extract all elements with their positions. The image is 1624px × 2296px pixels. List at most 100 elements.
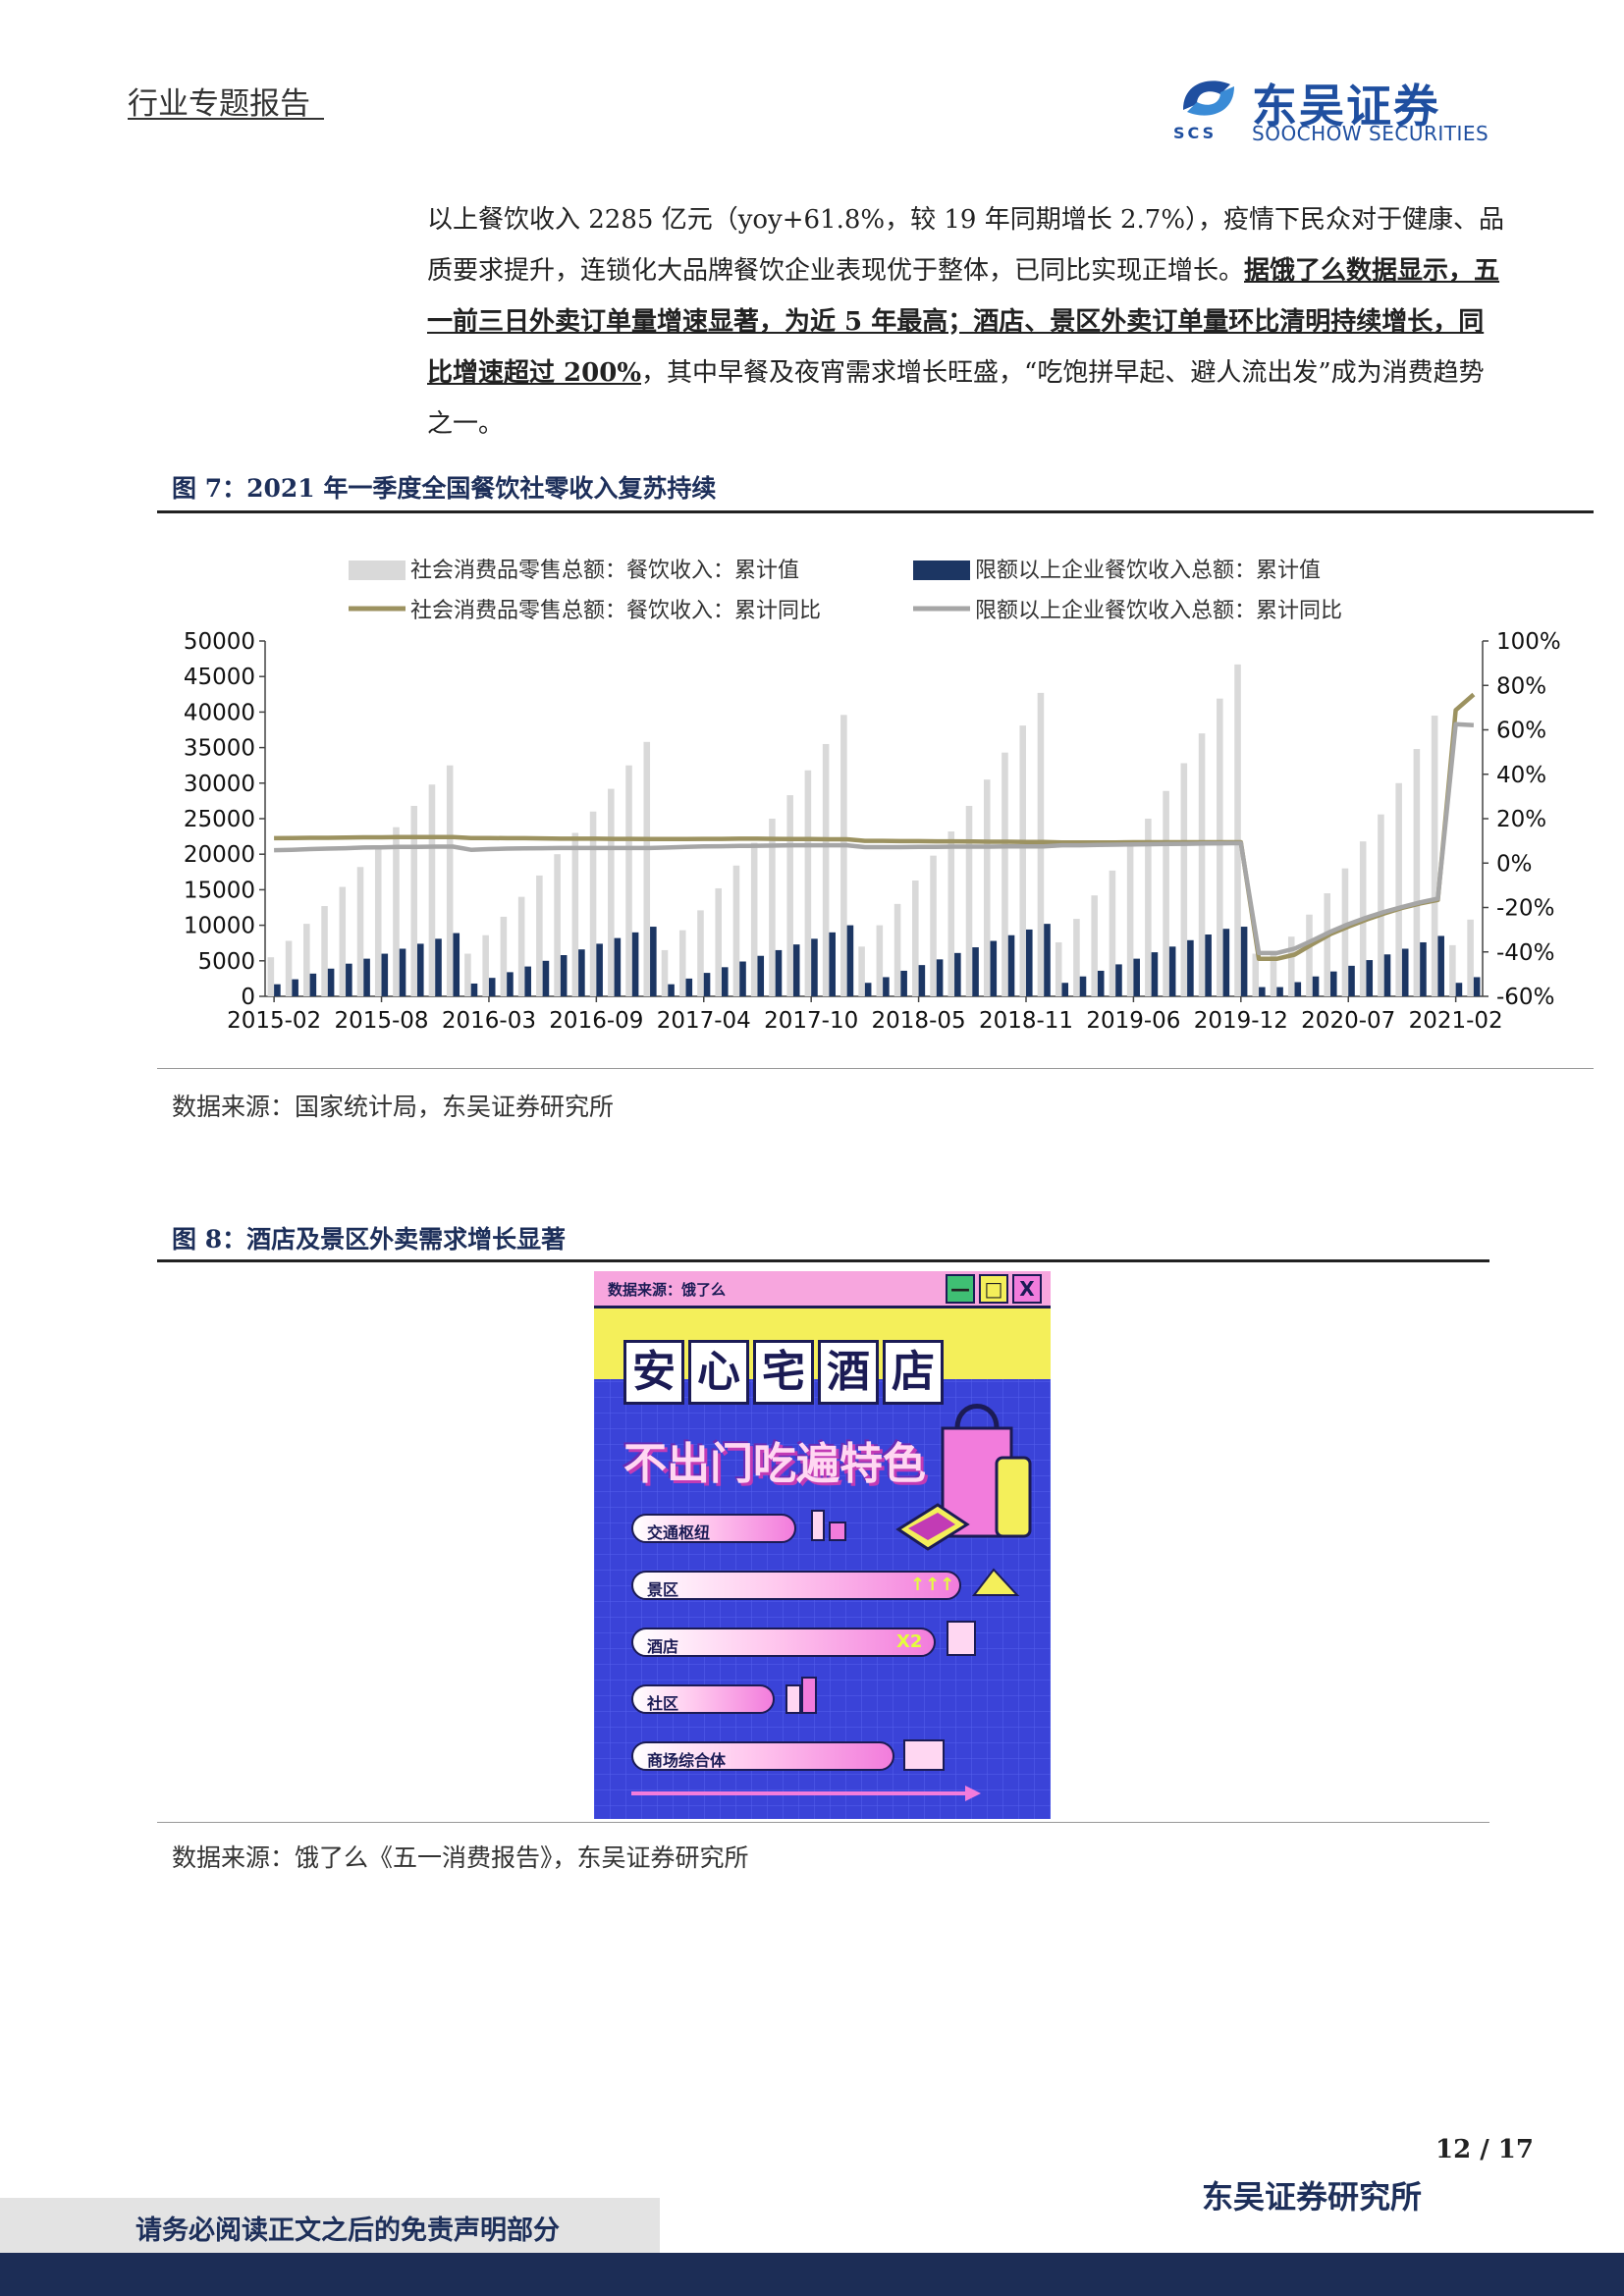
y-left-tick-label: 30000 xyxy=(184,772,255,797)
bar-retail-cumulative xyxy=(482,934,489,996)
bar-retail-cumulative xyxy=(1306,914,1313,996)
report-type-label: 行业专题报告 xyxy=(128,86,310,122)
bar-retail-cumulative xyxy=(625,765,632,996)
y-right-tick-label: 80% xyxy=(1496,673,1546,699)
bar-above-scale-cumulative xyxy=(381,953,389,996)
bar-retail-cumulative xyxy=(571,832,579,996)
footer-institute: 东吴证券研究所 xyxy=(1202,2178,1423,2216)
bar-retail-cumulative xyxy=(732,865,740,996)
bar-above-scale-cumulative xyxy=(1420,941,1427,996)
bar-above-scale-cumulative xyxy=(470,983,478,996)
bar-above-scale-cumulative xyxy=(614,937,622,996)
figure-7-top-rule xyxy=(157,510,1594,513)
footer-bottom-bar xyxy=(0,2253,1624,2296)
bar-retail-cumulative xyxy=(822,743,830,996)
bar-above-scale-cumulative xyxy=(722,967,729,996)
figure-7-title: 图 7：2021 年一季度全国餐饮社零收入复苏持续 xyxy=(172,474,717,503)
eleme-poster-image: 数据来源：饿了么 — □ X 安 心 宅 酒 店 不出门吃遍特色 交通枢纽 景区… xyxy=(594,1271,1051,1819)
bar-extra-text: ↑↑↑ xyxy=(910,1575,955,1595)
bar-retail-cumulative xyxy=(1341,868,1349,996)
x-tick-label: 2017-04 xyxy=(657,1008,751,1034)
bar-above-scale-cumulative xyxy=(990,940,998,996)
bar-above-scale-cumulative xyxy=(703,973,711,996)
bar-retail-cumulative xyxy=(374,846,382,996)
bar-above-scale-cumulative xyxy=(864,983,872,996)
bar-above-scale-cumulative xyxy=(524,966,531,996)
bar-above-scale-cumulative xyxy=(1259,987,1266,996)
company-logo: SCS 东吴证券 SOOCHOW SECURITIES xyxy=(1173,71,1497,145)
bar-above-scale-cumulative xyxy=(1240,927,1248,996)
y-right-tick-label: -20% xyxy=(1496,896,1554,922)
bar-retail-cumulative xyxy=(1055,941,1062,996)
arrow-right-icon xyxy=(631,1786,981,1801)
bar-retail-cumulative xyxy=(1073,919,1080,996)
bar-retail-cumulative xyxy=(303,924,310,996)
bar-above-scale-cumulative xyxy=(883,977,890,996)
figure-7-bottom-rule xyxy=(157,1068,1594,1069)
bar-above-scale-cumulative xyxy=(1366,960,1374,996)
bar-above-scale-cumulative xyxy=(309,973,317,996)
bar-retail-cumulative xyxy=(500,916,508,996)
bar-extra-text: X2 xyxy=(896,1631,923,1652)
bar-above-scale-cumulative xyxy=(775,949,783,996)
bar-retail-cumulative xyxy=(1019,725,1026,996)
bar-above-scale-cumulative xyxy=(668,984,675,996)
bar-retail-cumulative xyxy=(267,957,275,996)
bar-above-scale-cumulative xyxy=(1115,964,1122,996)
chart-legend: 社会消费品零售总额：餐饮收入：累计值 限额以上企业餐饮收入总额：累计值 社会消费… xyxy=(349,559,1342,623)
bar-retail-cumulative xyxy=(661,949,669,996)
poster-title-char: 安 xyxy=(623,1340,684,1405)
bar-retail-cumulative xyxy=(947,831,955,996)
mountain-icon xyxy=(972,1568,1020,1596)
bar-retail-cumulative xyxy=(339,886,347,996)
x-tick-label: 2019-06 xyxy=(1086,1008,1180,1034)
bar-above-scale-cumulative xyxy=(578,949,585,996)
bar-retail-cumulative xyxy=(1234,664,1241,996)
bar-above-scale-cumulative xyxy=(1097,970,1105,996)
pizza-box-icon xyxy=(895,1503,970,1551)
x-tick-label: 2017-10 xyxy=(764,1008,858,1034)
bar-above-scale-cumulative xyxy=(650,927,657,996)
x-tick-label: 2016-03 xyxy=(442,1008,536,1034)
bar-above-scale-cumulative xyxy=(685,978,693,996)
bar-above-scale-cumulative xyxy=(596,943,603,996)
bar-above-scale-cumulative xyxy=(1026,929,1033,996)
bar-above-scale-cumulative xyxy=(1222,929,1230,996)
bar-retail-cumulative xyxy=(393,827,400,996)
bar-retail-cumulative xyxy=(464,953,471,996)
hotel-building-icon xyxy=(947,1621,976,1656)
bar-retail-cumulative xyxy=(786,795,793,996)
bar-retail-cumulative xyxy=(983,779,991,996)
bar-retail-cumulative xyxy=(912,880,919,996)
bar-scenic-area: 景区 ↑↑↑ xyxy=(631,1571,961,1600)
bar-above-scale-cumulative xyxy=(399,948,406,996)
y-left-tick-label: 5000 xyxy=(197,949,255,975)
bar-above-scale-cumulative xyxy=(542,960,550,996)
y-left-tick-label: 45000 xyxy=(184,665,255,690)
body-paragraph: 以上餐饮收入 2285 亿元（yoy+61.8%，较 19 年同期增长 2.7%… xyxy=(427,194,1507,450)
bar-above-scale-cumulative xyxy=(560,955,568,996)
bar-retail-cumulative xyxy=(1091,895,1098,996)
figure-8-title: 图 8：酒店及景区外卖需求增长显著 xyxy=(172,1225,567,1254)
bar-retail-cumulative xyxy=(285,940,293,996)
bar-above-scale-cumulative xyxy=(1455,983,1463,996)
x-tick-label: 2021-02 xyxy=(1409,1008,1503,1034)
bar-above-scale-cumulative xyxy=(507,972,514,996)
bar-above-scale-cumulative xyxy=(1061,983,1069,996)
x-tick-label: 2015-08 xyxy=(334,1008,428,1034)
x-tick-label: 2016-09 xyxy=(549,1008,643,1034)
bar-hotel: 酒店 X2 xyxy=(631,1628,936,1657)
figure-8-source: 数据来源：饿了么《五一消费报告》，东吴证券研究所 xyxy=(172,1843,749,1872)
page-number: 12 / 17 xyxy=(1435,2135,1534,2164)
bar-above-scale-cumulative xyxy=(936,959,944,996)
poster-subtitle: 不出门吃遍特色 xyxy=(623,1439,926,1489)
y-left-tick-label: 20000 xyxy=(184,842,255,868)
bar-retail-cumulative xyxy=(1413,749,1421,996)
bar-above-scale-cumulative xyxy=(918,965,926,996)
bar-label-text: 酒店 xyxy=(647,1637,679,1656)
bar-retail-cumulative xyxy=(536,875,543,996)
bar-retail-cumulative xyxy=(697,910,704,996)
bar-retail-cumulative xyxy=(1217,698,1223,996)
bar-retail-cumulative xyxy=(428,784,436,996)
y-right-tick-label: -40% xyxy=(1496,940,1554,966)
